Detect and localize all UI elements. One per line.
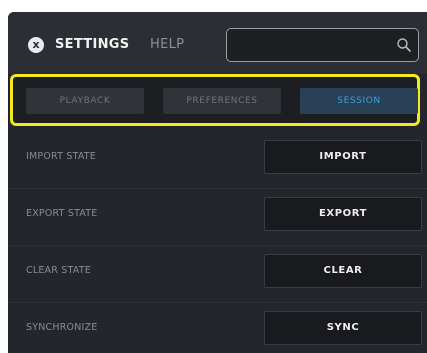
export-button[interactable]: EXPORT — [264, 197, 422, 231]
import-button[interactable]: IMPORT — [264, 140, 422, 174]
tab-session[interactable]: SESSION — [300, 88, 418, 114]
sync-button[interactable]: SYNC — [264, 311, 422, 345]
row-synchronize: SYNCHRONIZE SYNC — [8, 303, 427, 353]
tab-help[interactable]: HELP — [150, 36, 184, 54]
search-box[interactable] — [226, 28, 419, 62]
tab-playback[interactable]: PLAYBACK — [26, 88, 144, 114]
search-icon[interactable] — [396, 37, 412, 53]
row-import-state: IMPORT STATE IMPORT — [8, 132, 427, 188]
import-state-label: IMPORT STATE — [26, 151, 96, 162]
close-button[interactable]: x — [28, 37, 44, 53]
settings-panel: x SETTINGS HELP PLAYBACK PREFERENCES SES… — [8, 12, 427, 353]
synchronize-label: SYNCHRONIZE — [26, 322, 98, 333]
export-state-label: EXPORT STATE — [26, 208, 98, 219]
tab-settings[interactable]: SETTINGS — [55, 36, 129, 54]
search-input[interactable] — [235, 35, 385, 55]
clear-state-label: CLEAR STATE — [26, 265, 91, 276]
sub-tab-bar: PLAYBACK PREFERENCES SESSION — [10, 74, 420, 126]
row-clear-state: CLEAR STATE CLEAR — [8, 246, 427, 302]
tab-preferences[interactable]: PREFERENCES — [163, 88, 281, 114]
panel-header: x SETTINGS HELP — [8, 12, 427, 74]
clear-button[interactable]: CLEAR — [264, 254, 422, 288]
row-export-state: EXPORT STATE EXPORT — [8, 189, 427, 245]
